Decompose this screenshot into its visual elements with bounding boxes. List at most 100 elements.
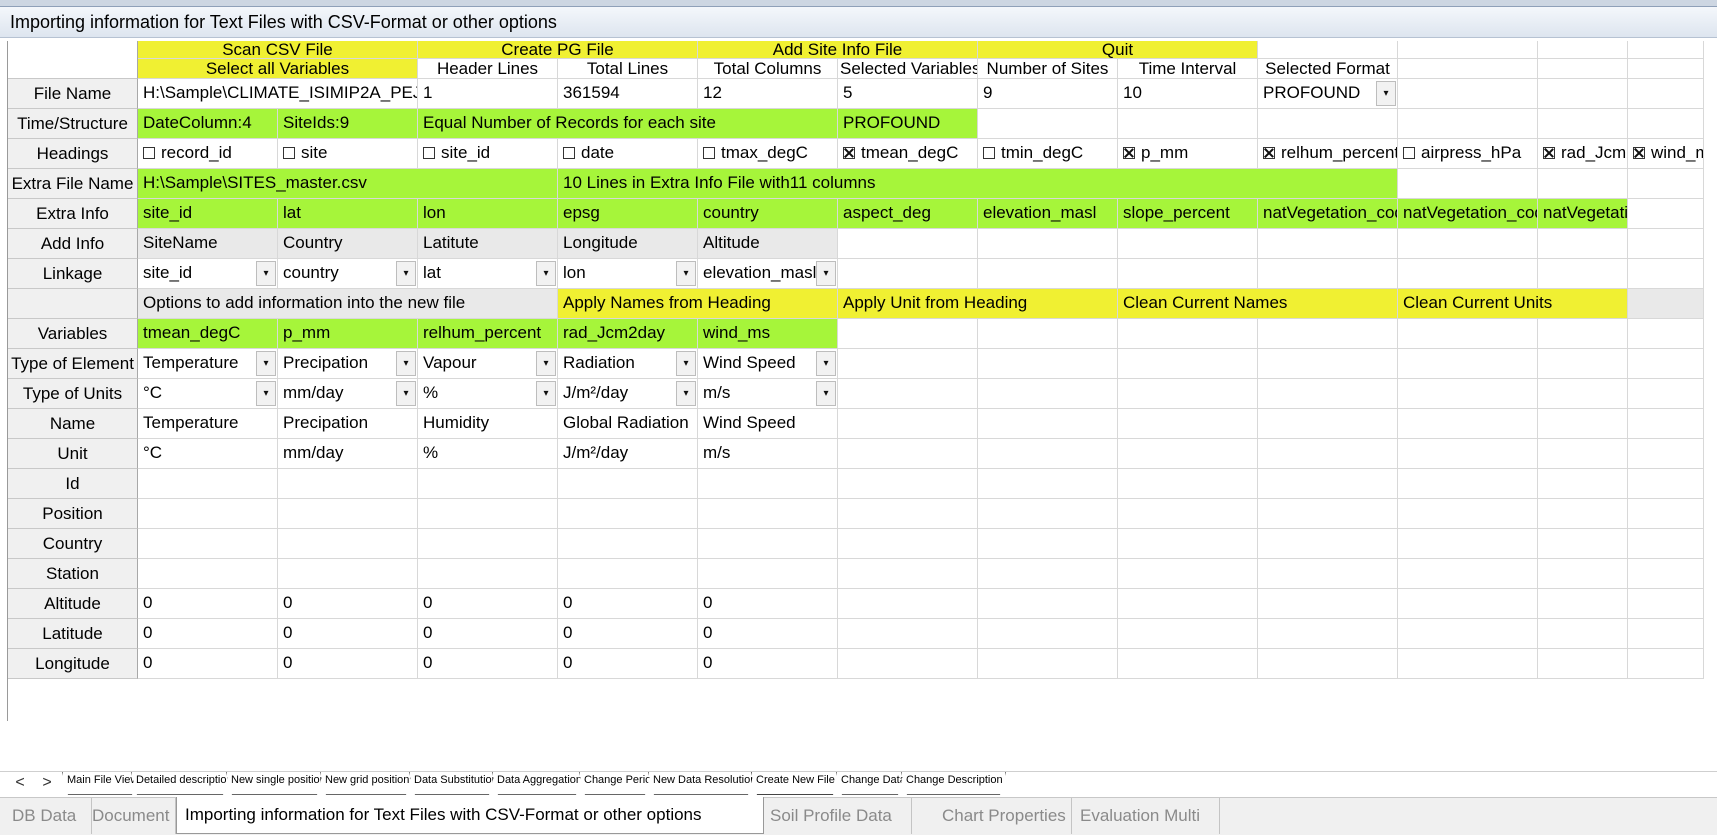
name-cell[interactable]: Humidity	[418, 409, 558, 439]
total-columns-field[interactable]: 12	[698, 79, 838, 109]
chevron-down-icon[interactable]: ▾	[536, 381, 556, 406]
grid-cell[interactable]	[1628, 559, 1704, 589]
spreadsheet-grid[interactable]: File Name Time/Structure Headings Extra Fil…	[0, 38, 1717, 768]
grid-cell[interactable]	[278, 559, 418, 589]
grid-cell[interactable]	[1538, 169, 1628, 199]
grid-cell[interactable]	[978, 619, 1118, 649]
type-of-units-dropdown[interactable]: mm/day ▾	[278, 379, 418, 409]
apply-names-button[interactable]: Apply Names from Heading	[558, 289, 838, 319]
checkbox-icon[interactable]	[1263, 147, 1275, 159]
grid-cell[interactable]	[1628, 319, 1704, 349]
grid-cell[interactable]	[1398, 79, 1538, 109]
grid-cell[interactable]	[978, 589, 1118, 619]
grid-cell[interactable]	[1118, 649, 1258, 679]
grid-cell[interactable]	[978, 439, 1118, 469]
scan-csv-button[interactable]: Scan CSV File	[138, 41, 418, 59]
altitude-cell[interactable]: 0	[558, 589, 698, 619]
grid-cell[interactable]	[1118, 349, 1258, 379]
add-info-cell[interactable]: Country	[278, 229, 418, 259]
grid-cell[interactable]	[978, 499, 1118, 529]
linkage-dropdown[interactable]: lon ▾	[558, 259, 698, 289]
select-all-button[interactable]: Select all Variables	[138, 59, 418, 79]
sheet-tab[interactable]: Change Description	[901, 772, 1006, 795]
bottom-tab[interactable]: Importing information for Text Files wit…	[176, 797, 764, 834]
chevron-down-icon[interactable]: ▾	[396, 381, 416, 406]
grid-cell[interactable]	[1628, 439, 1704, 469]
grid-cell[interactable]	[418, 469, 558, 499]
grid-cell[interactable]	[838, 319, 978, 349]
clean-names-button[interactable]: Clean Current Names	[1118, 289, 1398, 319]
grid-cell[interactable]	[1118, 589, 1258, 619]
grid-cell[interactable]	[1258, 619, 1398, 649]
name-cell[interactable]: Temperature	[138, 409, 278, 439]
grid-cell[interactable]	[838, 469, 978, 499]
grid-cell[interactable]	[698, 529, 838, 559]
grid-cell[interactable]	[558, 559, 698, 589]
unit-cell[interactable]: °C	[138, 439, 278, 469]
checkbox-icon[interactable]	[1543, 147, 1555, 159]
grid-cell[interactable]	[1398, 529, 1538, 559]
chevron-down-icon[interactable]: ▾	[256, 381, 276, 406]
bottom-tab[interactable]: Soil Profile Data	[770, 798, 912, 834]
bottom-tab[interactable]: DB Data	[12, 798, 92, 834]
grid-cell[interactable]	[838, 649, 978, 679]
grid-cell[interactable]	[278, 529, 418, 559]
extra-info-cell[interactable]: lon	[418, 199, 558, 229]
number-of-sites-field[interactable]: 9	[978, 79, 1118, 109]
type-of-units-dropdown[interactable]: °C ▾	[138, 379, 278, 409]
heading-checkbox-relhum_percent[interactable]: relhum_percent	[1258, 139, 1398, 169]
grid-cell[interactable]	[138, 559, 278, 589]
heading-checkbox-record_id[interactable]: record_id	[138, 139, 278, 169]
grid-cell[interactable]	[1538, 619, 1628, 649]
checkbox-icon[interactable]	[423, 147, 435, 159]
grid-cell[interactable]	[1118, 439, 1258, 469]
grid-cell[interactable]	[1258, 379, 1398, 409]
grid-cell[interactable]	[838, 439, 978, 469]
grid-cell[interactable]	[1538, 529, 1628, 559]
grid-cell[interactable]	[1628, 469, 1704, 499]
longitude-cell[interactable]: 0	[138, 649, 278, 679]
chevron-down-icon[interactable]: ▾	[256, 261, 276, 286]
linkage-dropdown[interactable]: site_id ▾	[138, 259, 278, 289]
records-structure-cell[interactable]: Equal Number of Records for each site	[418, 109, 838, 139]
grid-cell[interactable]	[1628, 169, 1704, 199]
type-of-element-dropdown[interactable]: Vapour ▾	[418, 349, 558, 379]
grid-cell[interactable]	[1118, 529, 1258, 559]
chevron-down-icon[interactable]: ▾	[256, 351, 276, 376]
checkbox-icon[interactable]	[983, 147, 995, 159]
chevron-down-icon[interactable]: ▾	[816, 381, 836, 406]
grid-cell[interactable]	[1258, 439, 1398, 469]
grid-cell[interactable]	[1398, 109, 1538, 139]
grid-cell[interactable]	[1628, 229, 1704, 259]
grid-cell[interactable]	[1258, 409, 1398, 439]
extra-info-cell[interactable]: aspect_deg	[838, 199, 978, 229]
grid-cell[interactable]	[1398, 319, 1538, 349]
extra-info-cell[interactable]: site_id	[138, 199, 278, 229]
grid-cell[interactable]	[418, 559, 558, 589]
type-of-element-dropdown[interactable]: Radiation ▾	[558, 349, 698, 379]
sheet-tab[interactable]: Main File View	[62, 772, 138, 795]
chevron-down-icon[interactable]: ▾	[536, 351, 556, 376]
type-of-element-dropdown[interactable]: Temperature ▾	[138, 349, 278, 379]
apply-units-button[interactable]: Apply Unit from Heading	[838, 289, 1118, 319]
grid-cell[interactable]	[1398, 649, 1538, 679]
selected-variables-field[interactable]: 5	[838, 79, 978, 109]
grid-cell[interactable]	[1538, 109, 1628, 139]
grid-cell[interactable]	[698, 469, 838, 499]
bottom-tab[interactable]: Evaluation Multi	[1080, 798, 1220, 834]
name-cell[interactable]: Global Radiation	[558, 409, 698, 439]
variable-cell[interactable]: tmean_degC	[138, 319, 278, 349]
grid-cell[interactable]	[1258, 259, 1398, 289]
chevron-down-icon[interactable]: ▾	[676, 351, 696, 376]
longitude-cell[interactable]: 0	[278, 649, 418, 679]
sheet-tab[interactable]: New grid positions	[320, 772, 412, 795]
heading-checkbox-tmean_degC[interactable]: tmean_degC	[838, 139, 978, 169]
latitude-cell[interactable]: 0	[138, 619, 278, 649]
variable-cell[interactable]: wind_ms	[698, 319, 838, 349]
unit-cell[interactable]: mm/day	[278, 439, 418, 469]
grid-cell[interactable]	[1538, 439, 1628, 469]
heading-checkbox-rad_Jcm2day[interactable]: rad_Jcm2day	[1538, 139, 1628, 169]
grid-cell[interactable]	[278, 469, 418, 499]
grid-cell[interactable]	[138, 469, 278, 499]
heading-checkbox-site_id[interactable]: site_id	[418, 139, 558, 169]
